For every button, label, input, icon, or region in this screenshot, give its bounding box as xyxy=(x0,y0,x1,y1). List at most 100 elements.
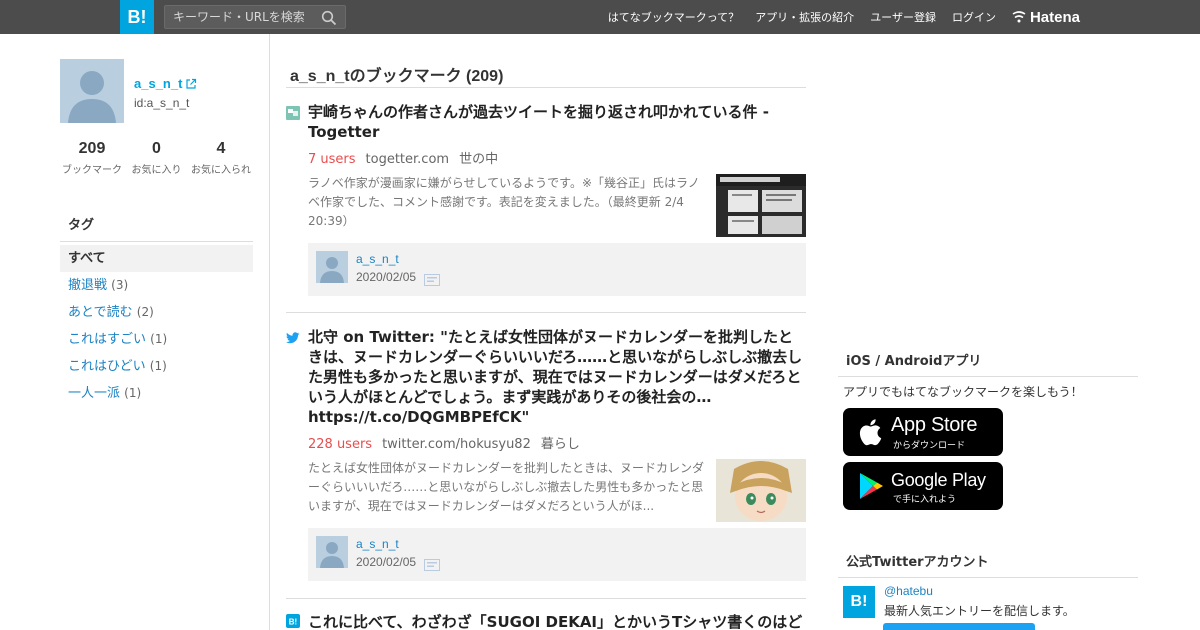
tag-item[interactable]: これはすごい (1) xyxy=(60,326,253,353)
entry-meta: 7 users togetter.com 世の中 xyxy=(308,148,498,167)
top-nav-links: はてなブックマークって？ アプリ・拡張の紹介 ユーザー登録 ログイン Haten… xyxy=(592,0,1080,34)
stat-favorites[interactable]: 0 お気に入り xyxy=(125,140,189,176)
bookmarker-username-link[interactable]: a_s_n_t xyxy=(356,537,399,551)
profile-stats: 209 ブックマーク 0 お気に入り 4 お気に入られ xyxy=(60,140,253,176)
page-title: a_s_n_tのブックマーク (209) xyxy=(290,68,504,85)
hatena-mark-icon xyxy=(1012,11,1026,23)
nav-login-link[interactable]: ログイン xyxy=(952,9,996,25)
entry-category-link[interactable]: 暮らし xyxy=(541,437,580,452)
twitter-account-description: 最新人気エントリーを配信します。 xyxy=(884,604,1075,618)
bookmark-comment-box: a_s_n_t 2020/02/05 xyxy=(308,243,806,296)
profile-sidebar: a_s_n_t id:a_s_n_t 209 ブックマーク 0 お気に入り 4 … xyxy=(0,34,270,630)
apple-icon xyxy=(859,419,882,446)
bookmark-date: 2020/02/05 xyxy=(356,270,417,284)
thumbnail-screenshot-image xyxy=(716,174,806,237)
users-count-link[interactable]: 228 users xyxy=(308,437,372,452)
nav-apps-link[interactable]: アプリ・拡張の紹介 xyxy=(755,9,854,25)
external-link-icon xyxy=(186,78,197,89)
user-avatar[interactable] xyxy=(60,59,124,123)
stat-label: お気に入り xyxy=(131,165,182,176)
stat-value: 209 xyxy=(78,140,106,157)
entry-thumbnail[interactable] xyxy=(716,459,806,522)
top-navigation-bar: B! はてなブックマークって？ アプリ・拡張の紹介 ユーザー登録 ログイン Ha… xyxy=(0,0,1200,34)
stat-label: ブックマーク xyxy=(62,165,122,176)
tag-count: (2) xyxy=(136,305,154,319)
stat-bookmarks[interactable]: 209 ブックマーク xyxy=(60,140,124,176)
entry-title-link[interactable]: 宇崎ちゃんの作者さんが過去ツイートを掘り返され叩かれている件 - Togette… xyxy=(308,102,806,142)
divider xyxy=(286,87,806,88)
hatena-bookmark-logo[interactable]: B! xyxy=(120,0,154,34)
entry-description: ラノベ作家が漫画家に嫌がらせしているようです。※「幾谷正」氏はラノベ作家でした、… xyxy=(308,176,700,228)
entry-title-link[interactable]: これに比べて、わざわざ「SUGOI DEKAI」とかいうTシャツ書くのはど xyxy=(308,612,806,630)
bookmark-detail-icon[interactable] xyxy=(424,274,440,286)
google-play-subtitle: で手に入れよう xyxy=(893,495,957,505)
tag-count: (1) xyxy=(150,332,168,346)
entry-domain-link[interactable]: togetter.com xyxy=(366,152,450,167)
search-box xyxy=(164,5,346,29)
thumbnail-anime-image xyxy=(716,459,806,522)
app-store-button[interactable]: App Store からダウンロード xyxy=(843,408,1003,456)
app-store-subtitle: からダウンロード xyxy=(893,441,966,451)
entry-domain-link[interactable]: twitter.com/hokusyu82 xyxy=(382,437,531,452)
hatena-bookmark-icon: B! xyxy=(286,614,300,628)
hatena-brand-text: Hatena xyxy=(1029,8,1080,26)
stat-value: 4 xyxy=(216,140,226,157)
bookmarker-username-link[interactable]: a_s_n_t xyxy=(356,252,399,266)
default-avatar-icon xyxy=(60,59,124,123)
hatena-brand-logo[interactable]: Hatena xyxy=(1012,9,1080,26)
tag-count: (1) xyxy=(149,359,167,373)
nav-about-link[interactable]: はてなブックマークって？ xyxy=(608,9,739,25)
search-icon[interactable] xyxy=(321,10,337,26)
bookmark-comment-box: a_s_n_t 2020/02/05 xyxy=(308,528,806,581)
app-store-title: App Store xyxy=(891,414,978,436)
twitter-follow-button[interactable] xyxy=(883,623,1035,630)
google-play-title: Google Play xyxy=(891,470,986,490)
nav-register-link[interactable]: ユーザー登録 xyxy=(870,9,936,25)
tag-list: すべて 撤退戦 (3) あとで読む (2) これはすごい (1) これはひどい … xyxy=(60,245,253,407)
bookmark-date: 2020/02/05 xyxy=(356,555,417,569)
tag-item[interactable]: これはひどい (1) xyxy=(60,353,253,380)
twitter-icon xyxy=(286,332,300,344)
entry-meta: 228 users twitter.com/hokusyu82 暮らし xyxy=(308,433,580,452)
bookmark-detail-icon[interactable] xyxy=(424,559,440,571)
tag-name: これはひどい xyxy=(68,359,146,374)
entry-thumbnail[interactable] xyxy=(716,174,806,237)
twitter-heading: 公式Twitterアカウント xyxy=(838,551,1138,578)
username-link[interactable]: a_s_n_t xyxy=(134,76,197,91)
bookmarker-avatar[interactable] xyxy=(316,536,348,568)
stat-favorited-by[interactable]: 4 お気に入られ xyxy=(189,140,253,176)
svg-text:B!: B! xyxy=(289,618,297,627)
entry-title-link[interactable]: 北守 on Twitter: "たとえば女性団体がヌードカレンダーを批判したとき… xyxy=(308,327,806,427)
default-avatar-icon xyxy=(316,536,348,568)
stat-label: お気に入られ xyxy=(191,165,251,176)
tag-item[interactable]: あとで読む (2) xyxy=(60,299,253,326)
bookmarker-avatar[interactable] xyxy=(316,251,348,283)
tags-heading: タグ xyxy=(60,206,253,242)
apps-description: アプリでもはてなブックマークを楽しもう！ xyxy=(843,385,1083,399)
search-input[interactable] xyxy=(173,9,321,25)
tag-name: 撤退戦 xyxy=(68,278,108,293)
users-count-link[interactable]: 7 users xyxy=(308,152,356,167)
apps-heading: iOS / Androidアプリ xyxy=(838,350,1138,377)
stat-value: 0 xyxy=(152,140,161,157)
togetter-icon xyxy=(286,106,300,120)
username-text: a_s_n_t xyxy=(134,76,183,91)
default-avatar-icon xyxy=(316,251,348,283)
divider xyxy=(286,598,806,599)
hatebu-twitter-avatar[interactable]: B! xyxy=(843,586,875,618)
entry-description: たとえば女性団体がヌードカレンダーを批判したときは、ヌードカレンダーぐらいいいだ… xyxy=(308,461,705,513)
tag-item[interactable]: 撤退戦 (3) xyxy=(60,272,253,299)
tag-count: (1) xyxy=(124,386,142,400)
entry-category-link[interactable]: 世の中 xyxy=(459,152,498,167)
tag-name: あとで読む xyxy=(68,305,133,320)
tag-name: 一人一派 xyxy=(68,386,121,401)
tag-item-all[interactable]: すべて xyxy=(60,245,253,272)
google-play-button[interactable]: Google Play で手に入れよう xyxy=(843,462,1003,510)
tag-item[interactable]: 一人一派 (1) xyxy=(60,380,253,407)
twitter-handle-link[interactable]: @hatebu xyxy=(884,584,933,598)
google-play-icon xyxy=(860,473,883,499)
tag-count: (3) xyxy=(111,278,129,292)
user-id: id:a_s_n_t xyxy=(134,96,190,110)
divider xyxy=(286,312,806,313)
tag-name: これはすごい xyxy=(68,332,147,347)
